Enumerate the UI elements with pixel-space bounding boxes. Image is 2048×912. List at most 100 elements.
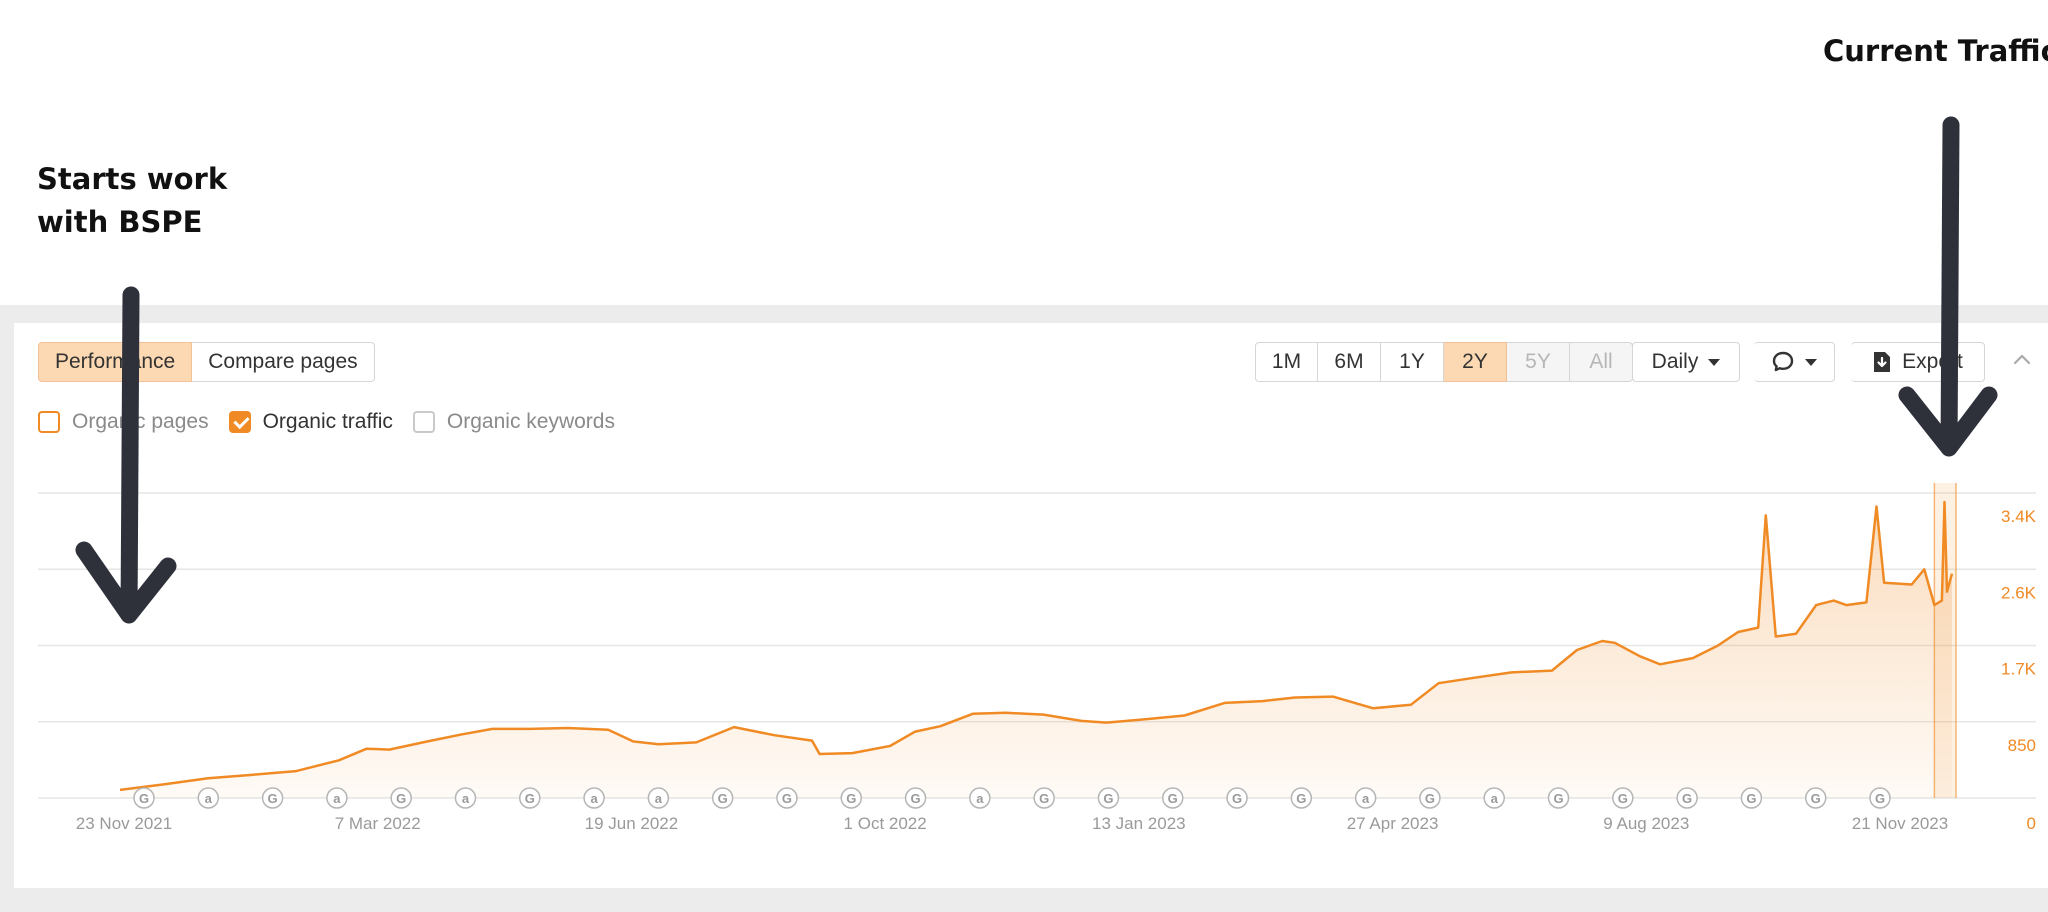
tab-performance[interactable]: Performance <box>38 342 193 382</box>
range-1y-button[interactable]: 1Y <box>1381 342 1444 382</box>
interval-dropdown[interactable]: Daily <box>1632 342 1740 382</box>
event-marker[interactable]: G <box>1290 787 1313 809</box>
event-marker[interactable]: G <box>904 787 927 809</box>
svg-text:G: G <box>1746 791 1756 806</box>
traffic-chart: Ga Ga Ga Ga a G G G Ga G G G G Ga Ga G G G G G G 23 Nov 2021… <box>38 483 2037 833</box>
svg-text:G: G <box>782 791 792 806</box>
comment-icon <box>1772 351 1794 372</box>
x-tick-label: 23 Nov 2021 <box>76 814 172 833</box>
y-tick-label: 0 <box>2027 814 2036 833</box>
svg-text:G: G <box>1875 791 1885 806</box>
svg-text:a: a <box>655 791 663 806</box>
svg-text:G: G <box>1168 791 1178 806</box>
event-marker[interactable]: a <box>454 787 477 809</box>
event-marker[interactable]: G <box>390 787 412 809</box>
download-icon <box>1874 352 1891 372</box>
event-marker[interactable]: a <box>326 787 348 809</box>
svg-text:G: G <box>910 791 920 806</box>
legend-organic-traffic-label: Organic traffic <box>262 410 393 433</box>
legend-organic-pages-label: Organic pages <box>72 410 209 433</box>
range-5y-button[interactable]: 5Y <box>1507 342 1570 382</box>
y-tick-label: 2.6K <box>2001 583 2037 602</box>
event-marker[interactable]: G <box>133 787 155 809</box>
event-marker[interactable]: a <box>1483 787 1505 809</box>
svg-text:G: G <box>1811 791 1821 806</box>
svg-text:G: G <box>1425 791 1435 806</box>
x-tick-label: 9 Aug 2023 <box>1603 814 1689 833</box>
organic-pages-checkbox[interactable] <box>38 411 60 433</box>
y-tick-label: 850 <box>2008 736 2036 755</box>
x-axis-ticks: 23 Nov 2021 7 Mar 2022 19 Jun 2022 1 Oct 20… <box>76 814 1948 833</box>
annotations-dropdown[interactable] <box>1754 342 1835 382</box>
legend-organic-keywords[interactable]: Organic keywords <box>412 410 615 434</box>
event-marker[interactable]: a <box>647 787 670 809</box>
svg-text:a: a <box>590 791 598 806</box>
event-marker[interactable]: G <box>1161 787 1184 809</box>
traffic-area <box>120 502 1952 798</box>
svg-text:G: G <box>1553 791 1563 806</box>
y-tick-label: 1.7K <box>2001 660 2037 679</box>
svg-text:a: a <box>205 791 213 806</box>
svg-text:a: a <box>1491 791 1499 806</box>
export-button[interactable]: Export <box>1851 342 1985 382</box>
legend-organic-traffic[interactable]: Organic traffic <box>228 410 393 434</box>
organic-keywords-checkbox[interactable] <box>412 411 435 433</box>
event-marker[interactable]: a <box>197 787 220 809</box>
annotation-start-line1: Starts work <box>37 162 228 196</box>
export-label: Export <box>1902 350 1963 373</box>
event-marker[interactable]: G <box>1612 787 1634 809</box>
interval-label: Daily <box>1651 350 1699 373</box>
event-marker[interactable]: G <box>1097 787 1120 809</box>
x-tick-label: 21 Nov 2023 <box>1852 814 1948 833</box>
x-tick-label: 19 Jun 2022 <box>585 814 679 833</box>
tab-compare-pages[interactable]: Compare pages <box>192 342 375 382</box>
svg-text:G: G <box>268 791 278 806</box>
range-all-button[interactable]: All <box>1570 342 1633 382</box>
annotation-start: Starts work with BSPE <box>37 158 227 244</box>
svg-text:G: G <box>396 791 406 806</box>
event-marker[interactable]: a <box>583 787 605 809</box>
event-marker[interactable]: G <box>261 787 284 809</box>
x-tick-label: 1 Oct 2022 <box>844 814 927 833</box>
legend-organic-pages[interactable]: Organic pages <box>38 410 209 434</box>
y-tick-label: 3.4K <box>2001 507 2037 526</box>
event-marker[interactable]: G <box>519 787 541 809</box>
event-marker[interactable]: a <box>1354 787 1377 809</box>
metric-legend: Organic pages Organic traffic Organic ke… <box>38 410 635 434</box>
svg-text:G: G <box>846 791 856 806</box>
date-range-selector: 1M 6M 1Y 2Y 5Y All <box>1255 342 1633 382</box>
event-marker[interactable]: G <box>1869 787 1891 809</box>
caret-down-icon <box>1805 358 1817 366</box>
x-tick-label: 7 Mar 2022 <box>335 814 421 833</box>
svg-text:G: G <box>1232 791 1242 806</box>
svg-text:G: G <box>1103 791 1113 806</box>
view-tabs: Performance Compare pages <box>38 342 375 382</box>
caret-down-icon <box>1708 358 1721 366</box>
event-marker[interactable]: G <box>776 787 798 809</box>
svg-text:a: a <box>1362 791 1370 806</box>
event-marker[interactable]: G <box>1676 787 1698 809</box>
svg-text:a: a <box>333 791 341 806</box>
chevron-up-icon[interactable] <box>2012 350 2032 370</box>
range-6m-button[interactable]: 6M <box>1318 342 1381 382</box>
range-2y-button[interactable]: 2Y <box>1444 342 1507 382</box>
annotation-start-line2: with BSPE <box>37 205 203 239</box>
range-1m-button[interactable]: 1M <box>1255 342 1318 382</box>
x-tick-label: 27 Apr 2023 <box>1347 814 1439 833</box>
organic-traffic-checkbox[interactable] <box>228 411 251 433</box>
event-marker[interactable]: a <box>969 787 991 809</box>
event-marker[interactable]: G <box>1804 787 1827 809</box>
legend-organic-keywords-label: Organic keywords <box>446 410 615 433</box>
event-marker[interactable]: G <box>1740 787 1763 809</box>
svg-text:G: G <box>1618 791 1628 806</box>
event-marker[interactable]: G <box>1547 787 1570 809</box>
event-marker[interactable]: G <box>1419 787 1441 809</box>
event-marker[interactable]: G <box>1226 787 1248 809</box>
event-marker[interactable]: G <box>840 787 863 809</box>
event-marker[interactable]: G <box>711 787 734 809</box>
event-marker[interactable]: G <box>1033 787 1055 809</box>
svg-text:G: G <box>139 791 149 806</box>
x-tick-label: 13 Jan 2023 <box>1092 814 1186 833</box>
svg-text:G: G <box>1296 791 1306 806</box>
svg-text:G: G <box>1039 791 1049 806</box>
